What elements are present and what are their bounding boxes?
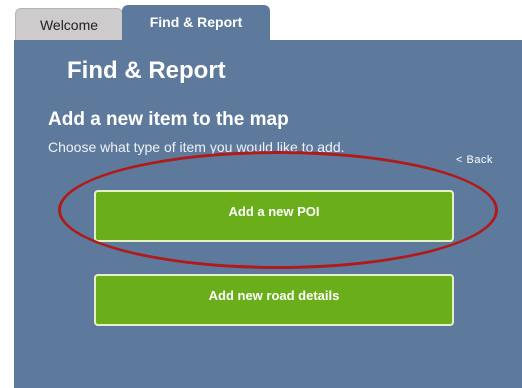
tab-welcome[interactable]: Welcome bbox=[15, 8, 123, 40]
instruction-text: Choose what type of item you would like … bbox=[48, 139, 345, 155]
back-link[interactable]: < Back bbox=[456, 154, 493, 166]
add-road-details-button[interactable]: Add new road details bbox=[94, 274, 454, 326]
add-poi-button[interactable]: Add a new POI bbox=[94, 190, 454, 242]
page-title: Find & Report bbox=[67, 57, 226, 84]
add-road-details-button-label: Add new road details bbox=[208, 288, 340, 303]
section-heading: Add a new item to the map bbox=[48, 109, 289, 130]
tab-find-report[interactable]: Find & Report bbox=[122, 5, 270, 40]
add-poi-button-label: Add a new POI bbox=[228, 204, 320, 219]
find-report-panel: Find & Report Add a new item to the map … bbox=[14, 40, 522, 388]
tab-bar: Welcome Find & Report bbox=[0, 0, 522, 40]
